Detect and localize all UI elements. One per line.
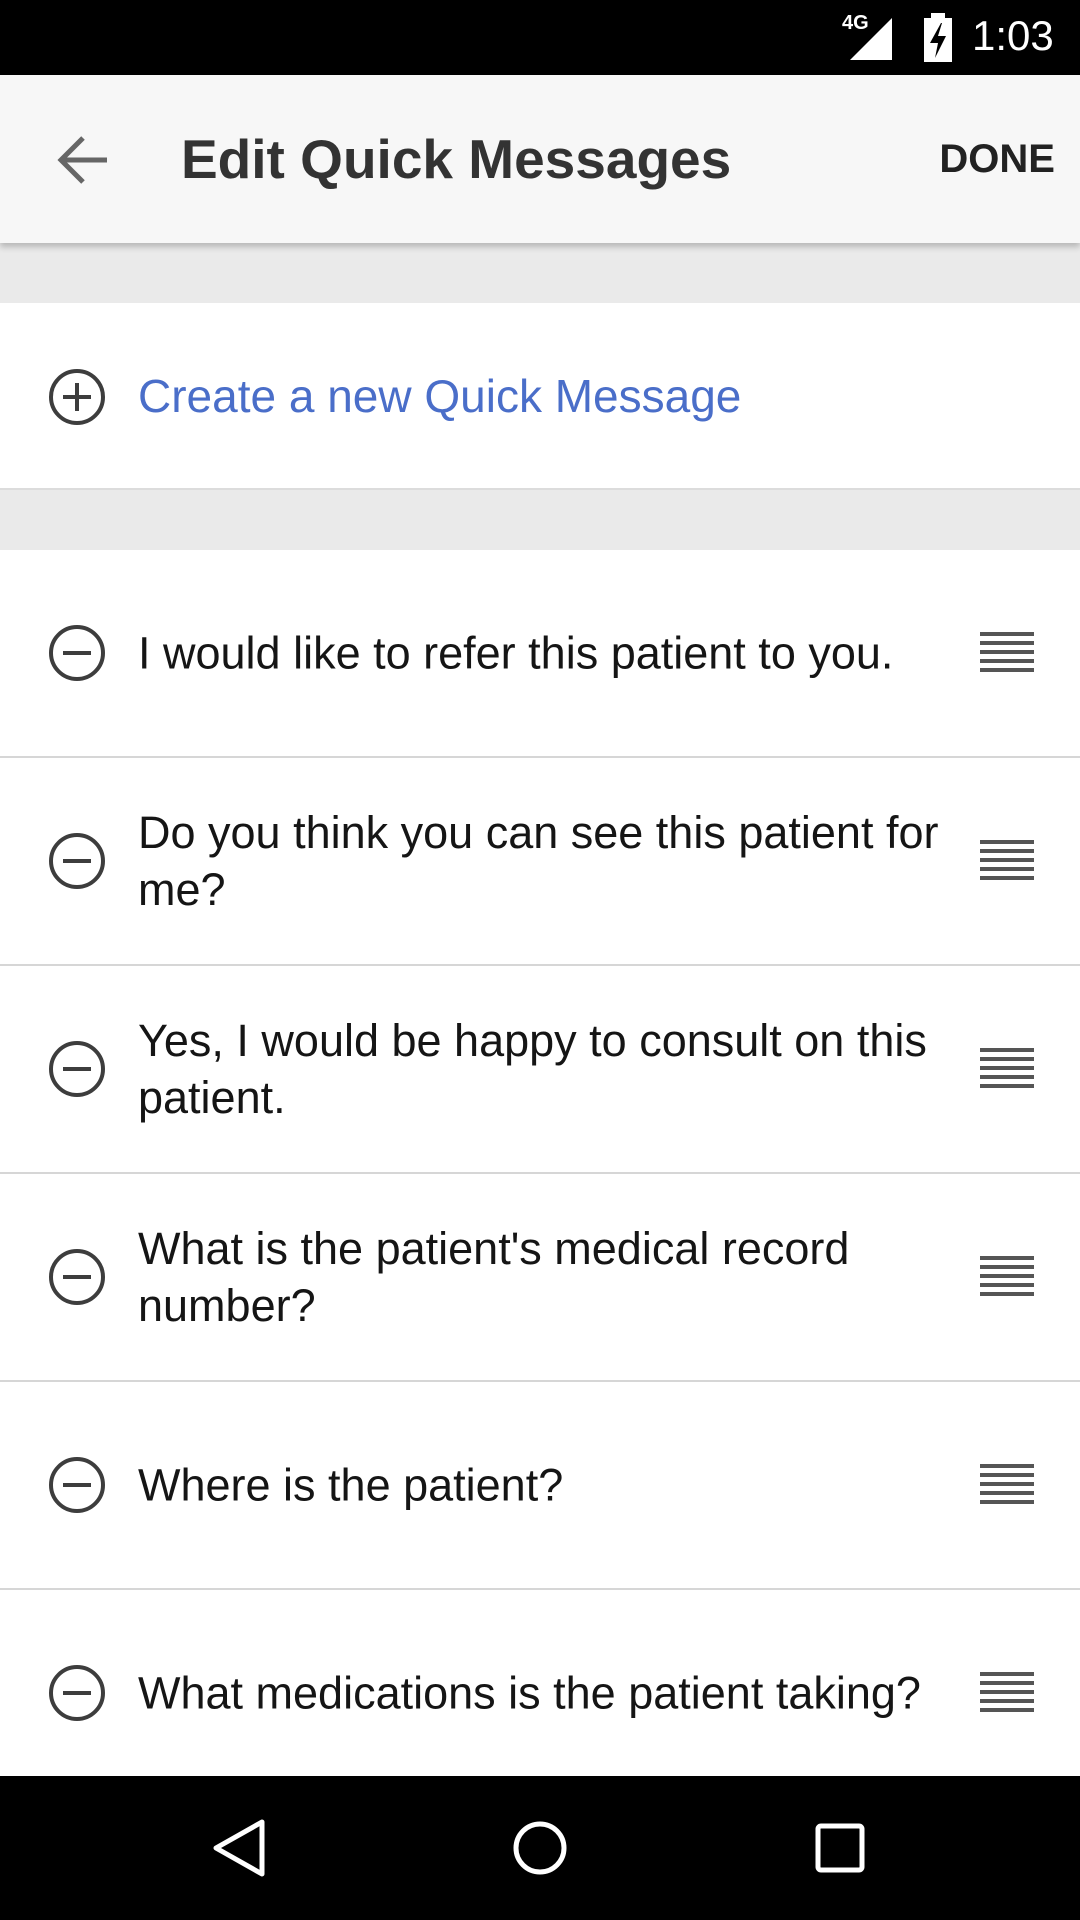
message-text: What medications is the patient taking?	[138, 1667, 921, 1719]
battery-icon	[922, 13, 954, 68]
remove-message-button[interactable]	[47, 1247, 107, 1307]
remove-circle-icon	[49, 1665, 105, 1721]
section-spacer	[0, 243, 1080, 303]
list-item[interactable]: What is the patient's medical record num…	[0, 1174, 1080, 1383]
arrow-back-icon	[57, 136, 107, 184]
message-text: Yes, I would be happy to consult on this…	[138, 1015, 927, 1123]
create-quick-message-link[interactable]: Create a new Quick Message	[138, 369, 741, 423]
drag-handle-icon[interactable]	[980, 1046, 1036, 1092]
clock: 1:03	[972, 12, 1054, 59]
app-bar: Edit Quick Messages DONE	[0, 75, 1080, 243]
section-spacer	[0, 490, 1080, 550]
remove-circle-icon	[49, 625, 105, 681]
page-title: Edit Quick Messages	[181, 128, 732, 190]
message-text: Where is the patient?	[138, 1459, 564, 1511]
remove-message-button[interactable]	[47, 1663, 107, 1723]
remove-message-button[interactable]	[47, 1455, 107, 1515]
remove-circle-icon	[49, 833, 105, 889]
nav-home-icon[interactable]	[508, 1816, 572, 1880]
drag-handle-icon[interactable]	[980, 1462, 1036, 1508]
list-item[interactable]: Where is the patient?	[0, 1382, 1080, 1591]
drag-handle-icon[interactable]	[980, 630, 1036, 676]
create-quick-message-row[interactable]: Create a new Quick Message	[0, 303, 1080, 490]
add-circle-icon	[47, 367, 107, 427]
list-item[interactable]: I would like to refer this patient to yo…	[0, 550, 1080, 759]
remove-message-button[interactable]	[47, 831, 107, 891]
remove-circle-icon	[49, 1457, 105, 1513]
remove-circle-icon	[49, 1041, 105, 1097]
remove-message-button[interactable]	[47, 1039, 107, 1099]
signal-icon	[850, 18, 892, 60]
list-item[interactable]: What medications is the patient taking?	[0, 1590, 1080, 1799]
drag-handle-icon[interactable]	[980, 838, 1036, 884]
nav-recents-icon[interactable]	[808, 1816, 872, 1880]
back-button[interactable]	[55, 130, 115, 190]
drag-handle-icon[interactable]	[980, 1670, 1036, 1716]
list-item[interactable]: Do you think you can see this patient fo…	[0, 758, 1080, 967]
message-text: I would like to refer this patient to yo…	[138, 627, 894, 679]
status-bar: 4G 1:03	[0, 0, 1080, 75]
done-button[interactable]: DONE	[939, 137, 1055, 182]
list-item[interactable]: Yes, I would be happy to consult on this…	[0, 966, 1080, 1175]
message-text: What is the patient's medical record num…	[138, 1223, 850, 1331]
drag-handle-icon[interactable]	[980, 1254, 1036, 1300]
remove-message-button[interactable]	[47, 623, 107, 683]
remove-circle-icon	[49, 1249, 105, 1305]
nav-back-icon[interactable]	[208, 1816, 272, 1880]
message-text: Do you think you can see this patient fo…	[138, 807, 939, 915]
navigation-bar	[0, 1776, 1080, 1920]
